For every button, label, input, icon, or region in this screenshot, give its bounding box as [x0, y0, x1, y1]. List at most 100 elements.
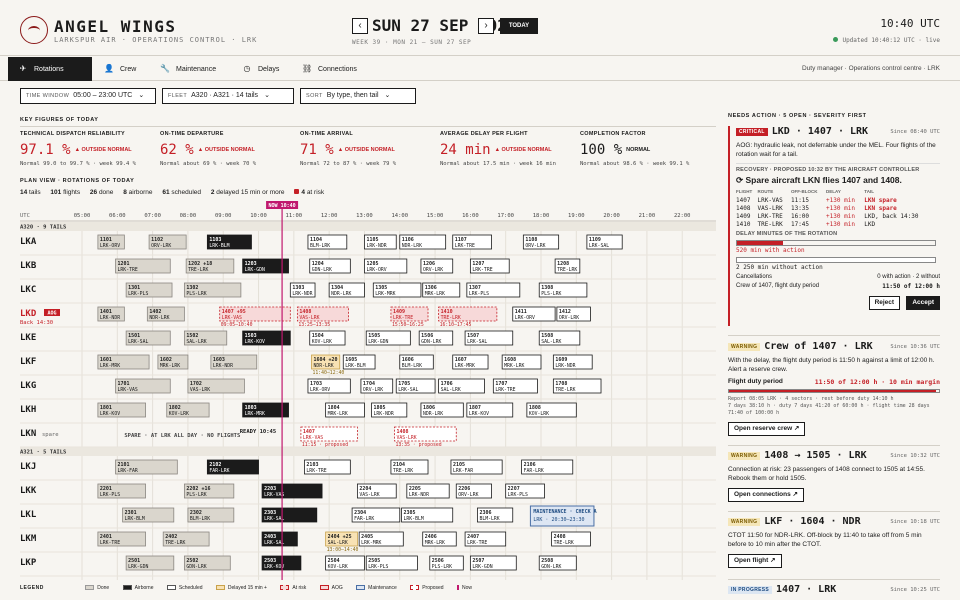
flight-route: ORV-LRK	[458, 492, 478, 498]
accept-button[interactable]: Accept	[906, 296, 940, 310]
alert-title: Crew of 1407 · LRK	[764, 341, 873, 352]
flight-route: LRK-MRK	[100, 363, 120, 369]
alert-card-in-progress[interactable]: IN PROGRESS 1407 · LRK Since 10:25 UTC	[728, 584, 940, 595]
flight-route: LRK-SAL	[398, 387, 418, 393]
flight-route: LRK-PLS	[128, 291, 148, 297]
flight-number: 1407	[303, 429, 315, 435]
delay-without-action-bar	[736, 257, 936, 263]
flight-route: TRE-LRK	[165, 540, 185, 546]
alert-since: Since 10:18 UTC	[890, 519, 940, 525]
flight-number: 2306	[479, 510, 491, 516]
current-date: SUN 27 SEP 2026	[372, 16, 517, 35]
flight-number: 1601	[100, 357, 112, 363]
reject-button[interactable]: Reject	[868, 296, 901, 310]
flight-number: 2201	[100, 486, 112, 492]
today-button[interactable]: TODAY	[500, 18, 538, 34]
crew-fdp-row: Crew of 1407, flight duty period 11:50 of…	[736, 283, 940, 290]
flight-route: LRK-NDR	[100, 315, 120, 321]
needs-action-title: NEEDS ACTION · 5 OPEN · SEVERITY FIRST	[728, 113, 867, 119]
tail-lke: LKE	[20, 333, 36, 343]
sort-select[interactable]: SORT By type, then tail ⌄	[300, 88, 416, 104]
kpi-status: ▲ OUTSIDE NORMAL	[74, 147, 132, 153]
open-connections-button[interactable]: Open connections ↗	[728, 488, 804, 502]
flight-route: LRK-VAS	[222, 315, 242, 321]
flight-number: 2302	[190, 510, 202, 516]
flight-route: TRE-LRK	[188, 267, 208, 273]
flight-route: PLS-LRK	[432, 564, 452, 570]
flight-number: 1303	[292, 285, 304, 291]
flight-times: 09:05–10:40	[221, 322, 253, 328]
needs-action-panel: NEEDS ACTION · 5 OPEN · SEVERITY FIRST C…	[728, 113, 940, 600]
flight-number: 2103	[306, 462, 318, 468]
kpi-label: COMPLETION FACTOR	[580, 131, 646, 137]
alert-card-crew[interactable]: WARNING Crew of 1407 · LRK Since 10:36 UT…	[728, 341, 940, 436]
utc-label: UTC	[20, 213, 30, 219]
hour-tick-label: 20:00	[603, 213, 620, 219]
flight-number: 1409	[393, 309, 405, 315]
open-reserve-crew-button[interactable]: Open reserve crew ↗	[728, 422, 806, 436]
prev-day-button[interactable]: ‹	[352, 18, 368, 34]
alert-card-ctot[interactable]: WARNING LKF · 1604 · NDR Since 10:18 UTC …	[728, 516, 940, 568]
utc-clock: 10:40 UTC	[880, 17, 940, 30]
flight-number: 1407 +95	[222, 309, 246, 315]
flight-number: 2202 +16	[186, 486, 210, 492]
flight-number: 1104	[310, 237, 322, 243]
flight-number: 1501	[128, 333, 140, 339]
alert-card-connection[interactable]: WARNING 1408 → 1505 · LRK Since 10:32 UTC…	[728, 450, 940, 502]
flight-number: 1603	[213, 357, 225, 363]
flight-number: 1103	[209, 237, 221, 243]
flight-number: 2205	[409, 486, 421, 492]
flight-route: PLS-LRK	[186, 291, 206, 297]
tail-lka: LKA	[20, 237, 37, 247]
tail-lkf: LKF	[20, 357, 36, 367]
flight-number: 1408	[299, 309, 311, 315]
tab-maintenance[interactable]: 🔧 Maintenance	[150, 57, 230, 81]
flight-number: 1206	[423, 261, 435, 267]
flight-route: BLM-LRK	[310, 243, 330, 249]
flight-route: ORV-LRK	[363, 387, 383, 393]
tail-note: Back 14:30	[20, 320, 53, 326]
flight-route: ORV-LRK	[151, 243, 171, 249]
flight-number: 2405	[361, 534, 373, 540]
flight-number: 2501	[128, 558, 140, 564]
flight-route: KOV-LRK	[529, 411, 549, 417]
flight-number: 1401	[100, 309, 112, 315]
legend: LEGEND Done Airborne Scheduled Delayed 1…	[20, 585, 716, 591]
flight-times: 13:25–13:35	[298, 322, 330, 328]
fleet-select[interactable]: FLEET A320 · A321 · 14 tails ⌄	[162, 88, 294, 104]
flight-number: 1605	[345, 357, 357, 363]
tab-crew[interactable]: 👤 Crew	[94, 57, 154, 81]
open-flight-button[interactable]: Open flight ↗	[728, 554, 782, 568]
flight-number: 1803	[245, 405, 257, 411]
tab-delays[interactable]: ◷ Delays	[232, 57, 292, 81]
time-window-select[interactable]: TIME WINDOW 05:00 – 23:00 UTC ⌄	[20, 88, 156, 104]
flight-number: 1402	[149, 309, 161, 315]
alert-card-critical[interactable]: CRITICAL LKD · 1407 · LRK Since 08:40 UTC…	[728, 126, 940, 326]
kpi-value: 24 min ▲ OUTSIDE NORMAL	[440, 142, 552, 158]
flight-route: LRK-NDR	[409, 492, 429, 498]
legend-title: LEGEND	[20, 585, 44, 591]
hour-tick-label: 05:00	[74, 213, 91, 219]
tab-rotations[interactable]: ✈ Rotations	[8, 57, 92, 81]
tail-lkc: LKC	[20, 285, 36, 295]
flight-number: 2301	[125, 510, 137, 516]
fdp-row: Flight duty period 11:50 of 12:00 h · 10 …	[728, 378, 940, 386]
flight-route: LRK-ORV	[100, 243, 120, 249]
flight-route: LRK-MRK	[455, 363, 475, 369]
plane-icon: ✈	[19, 64, 27, 73]
main-tabs: ✈ Rotations 👤 Crew 🔧 Maintenance ◷ Delays ⛓ C…	[0, 57, 960, 81]
kpi-label: AVERAGE DELAY PER FLIGHT	[440, 131, 528, 137]
maintenance-window: LRK · 20:30–23:30	[533, 517, 584, 523]
flight-number: 1408	[396, 429, 408, 435]
flight-number: 1705	[398, 381, 410, 387]
flight-number: 1708	[555, 381, 567, 387]
next-day-button[interactable]: ›	[478, 18, 494, 34]
tab-connections[interactable]: ⛓ Connections	[292, 57, 372, 81]
hour-tick-label: 09:00	[215, 213, 232, 219]
flight-route: TRE-LRK	[393, 468, 413, 474]
flight-route: SAL-LRK	[541, 339, 561, 345]
flight-route: LRK-KOV	[100, 411, 120, 417]
alert-since: Since 10:36 UTC	[890, 344, 940, 350]
alert-title: LKF · 1604 · NDR	[764, 516, 861, 527]
recovery-row: 1408 VAS-LRK 13:35 +130 min LKN spare	[736, 204, 897, 212]
